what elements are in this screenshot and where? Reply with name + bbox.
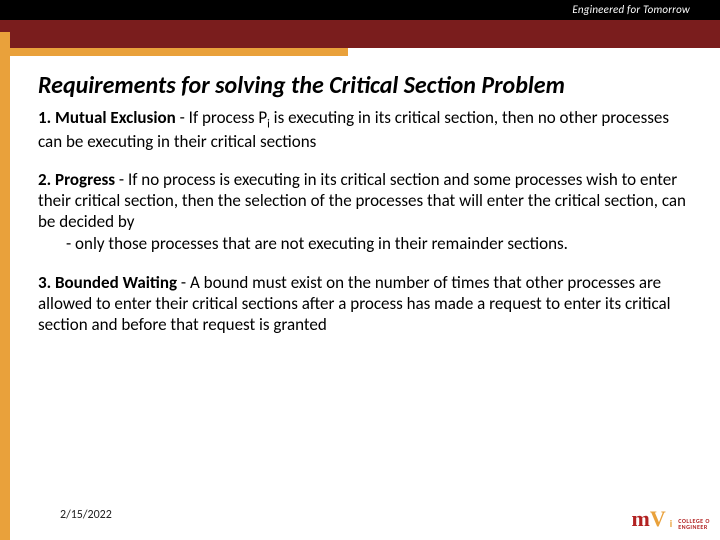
slide: Engineered for Tomorrow Requirements for…	[0, 0, 720, 540]
logo-line2: ENGINEER	[678, 524, 710, 530]
logo-i-icon: i	[670, 517, 672, 530]
header-tagline: Engineered for Tomorrow	[572, 0, 690, 20]
requirement-1: 1. Mutual Exclusion - If process Pi is e…	[38, 108, 696, 153]
item1-lead: Mutual Exclusion	[55, 107, 176, 128]
college-logo: mVi COLLEGE O ENGINEER	[632, 508, 710, 530]
left-orange-stripe	[0, 32, 10, 540]
requirement-3: 3. Bounded Waiting - A bound must exist …	[38, 273, 696, 335]
logo-text: COLLEGE O ENGINEER	[678, 518, 710, 530]
item2-sub-bullet: - only those processes that are not exec…	[66, 234, 696, 255]
item2-body: - If no process is executing in its crit…	[38, 169, 686, 231]
item3-lead: Bounded Waiting	[55, 272, 177, 293]
requirement-2: 2. Progress - If no process is executing…	[38, 170, 696, 255]
item1-body-pre: - If process P	[176, 107, 267, 128]
header-orange-strip	[8, 48, 348, 56]
item1-num: 1.	[38, 107, 51, 128]
logo-m-icon: m	[632, 508, 650, 530]
footer-date: 2/15/2022	[60, 508, 112, 522]
item2-num: 2.	[38, 169, 51, 190]
logo-v-icon: V	[650, 508, 666, 530]
slide-title: Requirements for solving the Critical Se…	[38, 72, 696, 100]
header-maroon-bar	[0, 20, 720, 48]
item3-num: 3.	[38, 272, 51, 293]
content-area: Requirements for solving the Critical Se…	[38, 72, 696, 500]
item2-lead: Progress	[55, 169, 115, 190]
